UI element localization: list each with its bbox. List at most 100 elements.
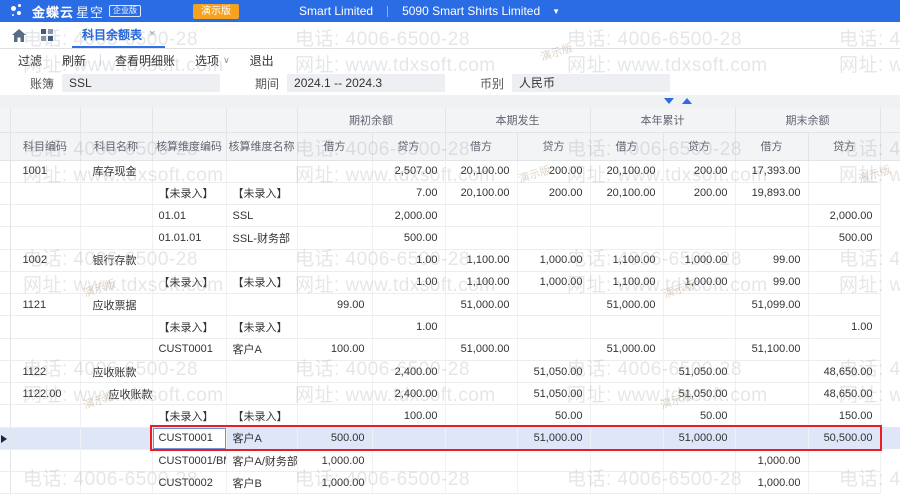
cell-dimension-code[interactable]: CUST0001 [152, 427, 226, 449]
cell-value: 50.00 [517, 405, 590, 427]
book-field[interactable]: SSL [62, 74, 220, 92]
table-row[interactable]: CUST0001/BM00客户A/财务部1,000.001,000.00 [0, 449, 900, 471]
cell-dimension-name [226, 294, 297, 316]
cell-value: 50.00 [663, 405, 735, 427]
cell-value [297, 249, 372, 271]
table-row[interactable]: 【未录入】【未录入】100.0050.0050.00150.00 [0, 405, 900, 427]
row-gutter [0, 427, 10, 449]
cell-value: 48,650.00 [808, 360, 880, 382]
table-row[interactable]: 【未录入】【未录入】7.0020,100.00200.0020,100.0020… [0, 182, 900, 204]
cell-value [372, 472, 445, 494]
cell-value [735, 316, 808, 338]
col-credit[interactable]: 贷方 [372, 132, 445, 160]
cell-value [808, 449, 880, 471]
cell-value: 51,050.00 [517, 360, 590, 382]
collapse-down-icon[interactable] [664, 98, 674, 104]
org-selector[interactable]: 5090 Smart Shirts Limited [402, 4, 540, 18]
cell-value: 51,000.00 [590, 338, 663, 360]
table-row[interactable]: 1121应收票据99.0051,000.0051,000.0051,099.00 [0, 294, 900, 316]
table-row[interactable]: 1122.00应收账款2,400.0051,050.0051,050.0048,… [0, 383, 900, 405]
home-icon[interactable] [12, 22, 26, 48]
col-debit[interactable]: 借方 [590, 132, 663, 160]
col-dimension-code[interactable]: 核算维度编码 [152, 132, 226, 160]
refresh-button[interactable]: 刷新 [52, 52, 96, 69]
cell-dimension-name: 【未录入】 [226, 316, 297, 338]
col-debit[interactable]: 借方 [297, 132, 372, 160]
table-row[interactable]: 01.01.01SSL-财务部500.00500.00 [0, 227, 900, 249]
group-opening-balance: 期初余额 [297, 108, 445, 132]
cell-value: 20,100.00 [445, 160, 517, 182]
row-filler [880, 249, 900, 271]
cell-value [590, 383, 663, 405]
cell-value: 1.00 [372, 249, 445, 271]
table-row[interactable]: CUST0002客户B1,000.001,000.00 [0, 472, 900, 494]
col-account-code[interactable]: 科目编码 [10, 132, 80, 160]
row-indicator-arrow [1, 435, 7, 443]
table-row[interactable]: 【未录入】【未录入】1.001,100.001,000.001,100.001,… [0, 271, 900, 293]
cell-dimension-code [152, 360, 226, 382]
apps-grid-icon[interactable] [41, 22, 53, 48]
view-detail-ledger-button[interactable]: 查看明细账 [105, 52, 185, 69]
divider [387, 6, 388, 17]
options-button[interactable]: 选项 ∨ [185, 52, 240, 69]
cell-value: 1,000.00 [663, 271, 735, 293]
exit-button[interactable]: 退出 [240, 52, 284, 69]
filler-header [880, 108, 900, 132]
row-gutter [0, 360, 10, 382]
col-debit[interactable]: 借方 [445, 132, 517, 160]
cell-value: 99.00 [735, 249, 808, 271]
cell-dimension-name: 客户A/财务部 [226, 449, 297, 471]
cell-dimension-code [152, 383, 226, 405]
cell-dimension-name [226, 249, 297, 271]
table-row[interactable]: 1002银行存款1.001,100.001,000.001,100.001,00… [0, 249, 900, 271]
cell-value: 2,400.00 [372, 383, 445, 405]
gutter-header [0, 108, 10, 132]
table-row[interactable]: CUST0001客户A100.0051,000.0051,000.0051,10… [0, 338, 900, 360]
filter-summary-row: 账簿 SSL 期间 2024.1 -- 2024.3 币别 人民币 [0, 71, 900, 95]
currency-field[interactable]: 人民币 [512, 74, 670, 92]
close-icon[interactable]: × [149, 28, 155, 40]
table-row[interactable]: 1122应收账款2,400.0051,050.0051,050.0048,650… [0, 360, 900, 382]
row-gutter [0, 182, 10, 204]
row-filler [880, 405, 900, 427]
cell-value [808, 182, 880, 204]
cell-value: 20,100.00 [445, 182, 517, 204]
cell-value [590, 405, 663, 427]
period-field[interactable]: 2024.1 -- 2024.3 [287, 74, 445, 92]
chevron-down-icon[interactable]: ▼ [552, 7, 560, 16]
col-credit[interactable]: 贷方 [663, 132, 735, 160]
col-credit[interactable]: 贷方 [517, 132, 590, 160]
row-filler [880, 427, 900, 449]
cell-value: 1,100.00 [590, 249, 663, 271]
cell-account-name: 应收票据 [80, 294, 152, 316]
row-gutter [0, 405, 10, 427]
table-row[interactable]: CUST0001客户A500.0051,000.0051,000.0050,50… [0, 427, 900, 449]
period-label: 期间 [255, 75, 279, 92]
collapse-up-icon[interactable] [682, 98, 692, 104]
row-filler [880, 360, 900, 382]
table-row[interactable]: 1001库存现金2,507.0020,100.00200.0020,100.00… [0, 160, 900, 182]
row-gutter [0, 472, 10, 494]
cell-dimension-name: 【未录入】 [226, 182, 297, 204]
tab-bar: 科目余额表 × [0, 22, 900, 49]
col-debit[interactable]: 借方 [735, 132, 808, 160]
cell-value [297, 160, 372, 182]
col-credit[interactable]: 贷方 [808, 132, 880, 160]
gutter-header [0, 132, 10, 160]
cell-value [808, 271, 880, 293]
cell-account-code [10, 338, 80, 360]
col-account-name[interactable]: 科目名称 [80, 132, 152, 160]
row-gutter [0, 160, 10, 182]
cell-value [808, 294, 880, 316]
group-ending-balance: 期末余额 [735, 108, 880, 132]
cell-account-name: 应收账款 [80, 383, 152, 405]
blank-header [226, 108, 297, 132]
cell-value: 1,000.00 [517, 249, 590, 271]
filter-button[interactable]: 过滤 [8, 52, 52, 69]
table-row[interactable]: 【未录入】【未录入】1.001.00 [0, 316, 900, 338]
col-dimension-name[interactable]: 核算维度名称 [226, 132, 297, 160]
cell-value [663, 472, 735, 494]
table-row[interactable]: 01.01SSL2,000.002,000.00 [0, 205, 900, 227]
tab-account-balance[interactable]: 科目余额表 × [72, 22, 165, 48]
cell-account-code: 1002 [10, 249, 80, 271]
